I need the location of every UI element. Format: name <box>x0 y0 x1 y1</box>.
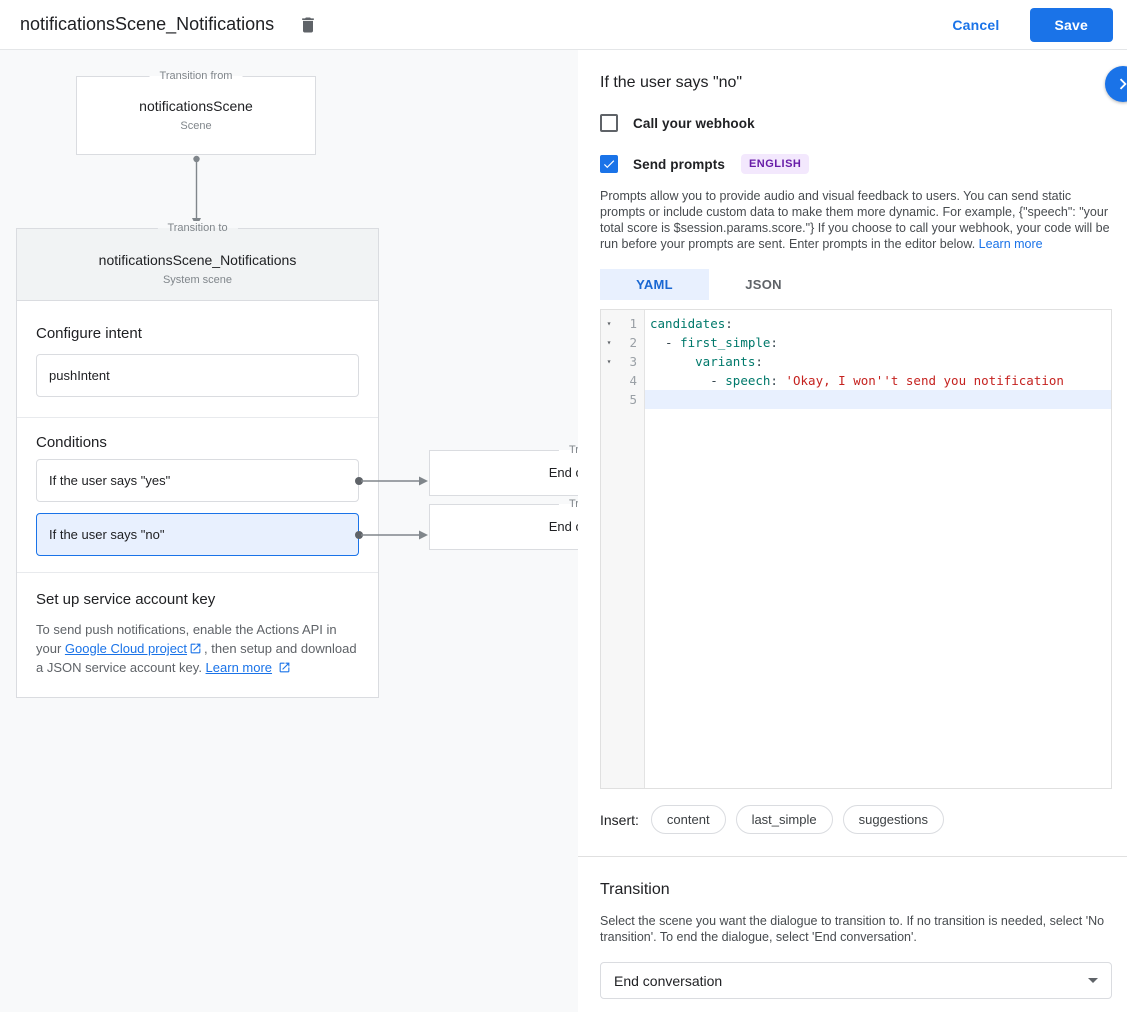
scene-card: Transition to notificationsScene_Notific… <box>16 228 379 698</box>
transition-description: Select the scene you want the dialogue t… <box>600 913 1112 945</box>
prompts-description: Prompts allow you to provide audio and v… <box>600 188 1112 252</box>
service-account-text: To send push notifications, enable the A… <box>36 620 359 677</box>
from-node-subtitle: Scene <box>77 120 315 132</box>
condition-item-label: If the user says "no" <box>49 527 164 542</box>
chevron-right-icon <box>1112 73 1127 95</box>
send-prompts-checkbox[interactable] <box>600 155 618 173</box>
code-line[interactable]: - speech: 'Okay, I won''t send you notif… <box>645 371 1111 390</box>
learn-more-link-card[interactable]: Learn more <box>206 660 272 675</box>
fold-toggle-icon[interactable]: ▾ <box>601 338 617 347</box>
line-number: 3 <box>617 354 644 369</box>
code-line[interactable]: variants: <box>645 352 1111 371</box>
insert-suggestions-chip[interactable]: suggestions <box>843 805 944 834</box>
transition-to-label: Transition to <box>559 497 578 511</box>
transition-select-value: End conversation <box>614 973 722 989</box>
tab-json[interactable]: JSON <box>709 269 818 300</box>
code-line[interactable]: - first_simple: <box>645 333 1111 352</box>
delete-scene-button[interactable] <box>294 11 322 39</box>
transition-arrow-right <box>361 529 429 541</box>
condition-item-yes[interactable]: If the user says "yes" <box>36 459 359 502</box>
end-node-yes[interactable]: Transition to End conversation <box>429 450 578 496</box>
tab-yaml[interactable]: YAML <box>600 269 709 300</box>
call-webhook-row[interactable]: Call your webhook <box>600 114 1112 132</box>
language-badge: ENGLISH <box>741 154 809 174</box>
external-link-icon <box>189 642 202 655</box>
webhook-label: Call your webhook <box>633 116 755 131</box>
line-number: 4 <box>617 373 644 388</box>
condition-title: If the user says "no" <box>600 74 1112 92</box>
cancel-button[interactable]: Cancel <box>952 17 999 33</box>
trash-icon <box>298 15 318 35</box>
transition-from-label: Transition from <box>150 69 243 83</box>
line-number: 1 <box>617 316 644 331</box>
transition-arrow-down <box>190 155 203 229</box>
detail-panel: If the user says "no" Call your webhook … <box>578 50 1127 1012</box>
line-number: 5 <box>617 392 644 407</box>
editor-gutter: ▾1▾2▾345 <box>601 310 645 788</box>
collapse-panel-button[interactable] <box>1105 66 1127 102</box>
scene-node-from[interactable]: Transition from notificationsScene Scene <box>76 76 316 155</box>
external-link-icon <box>278 661 291 674</box>
transition-to-label: Transition to <box>559 443 578 457</box>
scene-card-header: notificationsScene_Notifications System … <box>17 229 378 301</box>
fold-toggle-icon[interactable]: ▾ <box>601 319 617 328</box>
editor-tabs: YAML JSON <box>600 269 1112 300</box>
insert-row: Insert: content last_simple suggestions <box>600 805 1112 834</box>
line-number: 2 <box>617 335 644 350</box>
service-account-heading: Set up service account key <box>36 591 359 608</box>
code-line[interactable]: candidates: <box>645 314 1111 333</box>
transition-heading: Transition <box>600 881 1112 899</box>
send-prompts-label: Send prompts <box>633 157 725 172</box>
scene-card-title: notificationsScene_Notifications <box>27 252 368 268</box>
save-button[interactable]: Save <box>1030 8 1114 42</box>
end-node-title: End conversation <box>430 519 578 534</box>
caret-down-icon <box>1088 978 1098 983</box>
transition-arrow-right <box>361 475 429 487</box>
from-node-title: notificationsScene <box>77 98 315 114</box>
scene-graph-canvas: Transition from notificationsScene Scene… <box>0 50 578 1012</box>
transition-section: Transition Select the scene you want the… <box>600 857 1112 999</box>
condition-item-no[interactable]: If the user says "no" <box>36 513 359 556</box>
configure-intent-section: Configure intent pushIntent <box>17 301 378 418</box>
learn-more-link-card-label: Learn more <box>206 660 272 675</box>
checkmark-icon <box>602 157 616 171</box>
editor-code[interactable]: candidates: - first_simple: variants: - … <box>645 310 1111 788</box>
page-title: notificationsScene_Notifications <box>20 14 274 35</box>
service-account-section: Set up service account key To send push … <box>17 573 378 697</box>
google-cloud-project-link[interactable]: Google Cloud project <box>65 641 187 656</box>
scene-card-subtitle: System scene <box>27 274 368 286</box>
insert-label: Insert: <box>600 812 639 828</box>
conditions-heading: Conditions <box>36 434 359 451</box>
google-cloud-project-link-label: Google Cloud project <box>65 641 187 656</box>
intent-item-pushintent[interactable]: pushIntent <box>36 354 359 397</box>
end-node-no[interactable]: Transition to End conversation <box>429 504 578 550</box>
code-line[interactable] <box>645 390 1111 409</box>
top-bar: notificationsScene_Notifications Cancel … <box>0 0 1127 50</box>
end-node-title: End conversation <box>430 465 578 480</box>
yaml-editor[interactable]: ▾1▾2▾345 candidates: - first_simple: var… <box>600 309 1112 789</box>
insert-content-chip[interactable]: content <box>651 805 726 834</box>
webhook-checkbox[interactable] <box>600 114 618 132</box>
intent-item-label: pushIntent <box>49 368 110 383</box>
fold-toggle-icon[interactable]: ▾ <box>601 357 617 366</box>
configure-intent-heading: Configure intent <box>36 325 359 342</box>
insert-last-simple-chip[interactable]: last_simple <box>736 805 833 834</box>
transition-select[interactable]: End conversation <box>600 962 1112 999</box>
transition-to-label: Transition to <box>157 221 237 235</box>
send-prompts-row[interactable]: Send prompts ENGLISH <box>600 154 1112 174</box>
condition-item-label: If the user says "yes" <box>49 473 170 488</box>
conditions-section: Conditions If the user says "yes" If the… <box>17 418 378 573</box>
learn-more-link[interactable]: Learn more <box>979 237 1043 251</box>
